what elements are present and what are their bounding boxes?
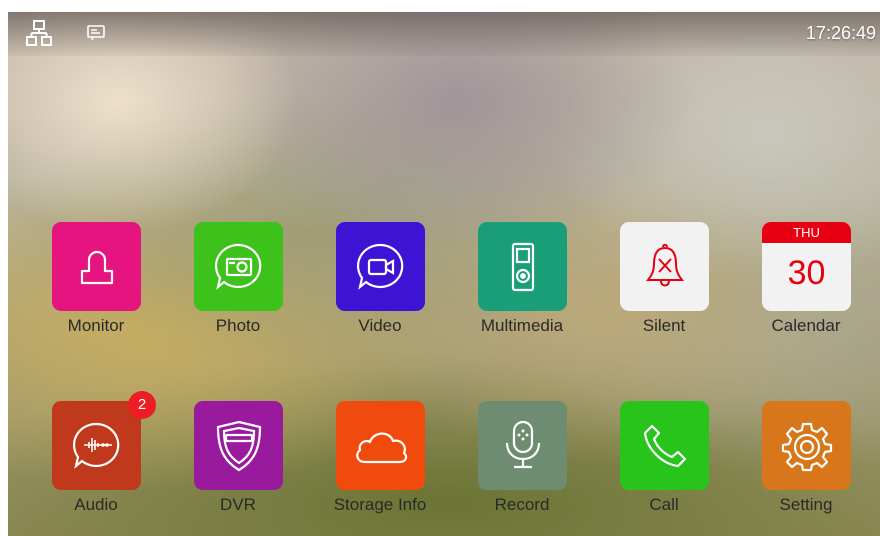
record-label: Record [494,495,550,514]
person-icon [80,250,113,284]
video-tile[interactable] [336,222,425,311]
audio-label: Audio [74,495,118,514]
shield-icon [216,420,261,471]
call-app[interactable]: Call [602,401,726,525]
dvr-tile[interactable] [194,401,283,490]
dvr-app[interactable]: DVR [176,401,300,525]
dvr-label: DVR [220,495,256,514]
calendar-label: Calendar [771,316,841,335]
calendar-icon[interactable]: THU 30 [762,222,851,311]
storage-info-app[interactable]: Storage Info [318,401,442,525]
unread-badge: 2 [128,391,156,419]
call-label: Call [649,495,679,514]
monitor-label: Monitor [67,316,125,335]
multimedia-label: Multimedia [480,316,564,335]
calendar-app[interactable]: THU 30 Calendar [744,222,868,346]
network-icon [26,20,52,46]
silent-tile[interactable] [620,222,709,311]
storage-info-label: Storage Info [333,495,427,514]
video-app[interactable]: Video [318,222,442,346]
calendar-weekday: THU [762,222,851,243]
music-player-icon [511,242,534,291]
photo-label: Photo [215,316,261,335]
record-tile[interactable] [478,401,567,490]
audio-app[interactable]: 2 Audio [34,391,158,525]
video-icon [356,243,403,290]
monitor-app[interactable]: Monitor [34,222,158,346]
record-app[interactable]: Record [460,401,584,525]
home-screen: 17:26:49 Monitor Photo Video Multimedia … [8,12,880,536]
status-bar: 17:26:49 [8,12,880,56]
monitor-tile[interactable] [52,222,141,311]
call-tile[interactable] [620,401,709,490]
gear-icon [781,422,832,471]
multimedia-tile[interactable] [478,222,567,311]
silent-app[interactable]: Silent [602,222,726,346]
photo-icon [214,243,261,290]
storage-info-tile[interactable] [336,401,425,490]
setting-app[interactable]: Setting [744,401,868,525]
clock: 17:26:49 [805,23,876,43]
photo-tile[interactable] [194,222,283,311]
message-icon [87,25,105,41]
setting-label: Setting [779,495,833,514]
audio-message-icon [72,422,119,469]
setting-tile[interactable] [762,401,851,490]
multimedia-app[interactable]: Multimedia [460,222,584,346]
video-label: Video [358,316,402,335]
cloud-icon [355,432,407,463]
bell-silent-icon [645,243,684,286]
audio-tile[interactable] [52,401,141,490]
silent-label: Silent [642,316,686,335]
phone-icon [643,424,686,467]
microphone-icon [505,420,540,468]
calendar-day: 30 [787,254,826,292]
photo-app[interactable]: Photo [176,222,300,346]
